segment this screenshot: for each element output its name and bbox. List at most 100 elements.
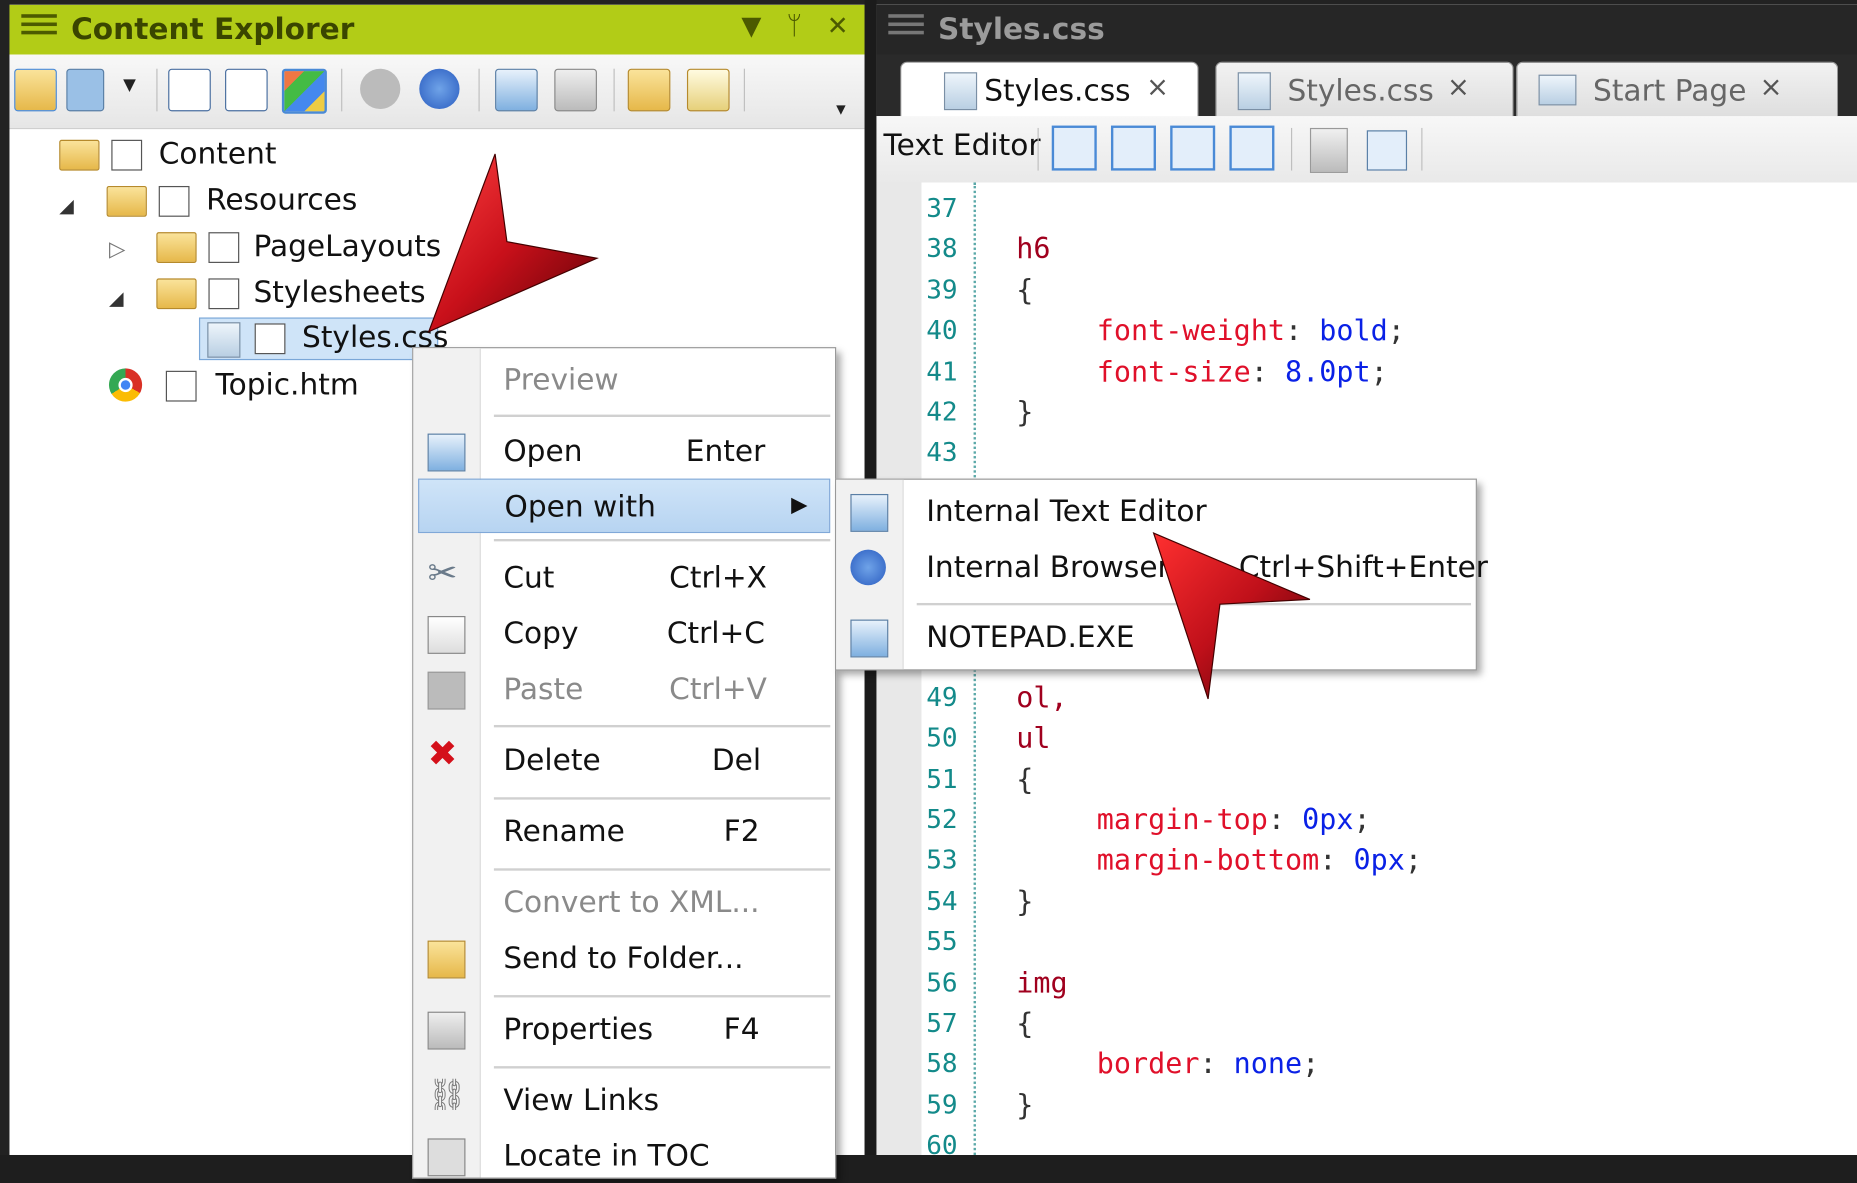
menu-item-locate-in-toc[interactable]: Locate in TOC [413,1129,835,1183]
panel-title-bar: Content Explorer ▼ ᛘ ✕ [9,4,865,55]
pointer-arrow-icon [427,153,599,333]
expanded-arrow-icon[interactable]: ◢ [109,287,124,310]
css-property: margin-top [1096,803,1268,837]
font-icon[interactable] [1366,130,1408,171]
dropdown-arrow-icon[interactable]: ▼ [123,76,136,95]
dropdown-icon[interactable]: ▼ [741,12,761,42]
line-number: 37 [926,194,958,224]
folder-icon [106,185,147,217]
open-icon [427,433,466,472]
grip-icon[interactable] [21,14,57,42]
collapse-all-icon[interactable] [225,68,268,112]
context-menu: Preview Open Enter Open with ▶ ✂ Cut Ctr… [412,347,837,1179]
checkbox[interactable] [208,232,240,263]
code-text: { [1016,762,1034,796]
page-icon[interactable] [1309,127,1348,173]
code-line: ul [1016,722,1050,755]
checkbox[interactable] [111,139,143,171]
properties-icon [427,1011,466,1050]
menu-item-cut[interactable]: ✂ Cut Ctrl+X [413,551,835,605]
new-folder-icon[interactable] [627,68,671,112]
links-icon: ⛓ [427,1077,467,1114]
line-number: 40 [926,316,958,347]
menu-item-open-with[interactable]: Open with ▶ [418,478,831,534]
checkbox[interactable] [254,323,286,355]
collapsed-arrow-icon[interactable]: ▷ [109,237,125,262]
checkbox[interactable] [158,185,190,217]
start-page-icon [1538,74,1577,106]
copy-icon [427,615,466,654]
css-value: 0px [1353,843,1405,878]
code-text: } [1016,395,1034,429]
chrome-icon [108,368,143,402]
code-text: { [1016,273,1034,307]
folder-icon [59,139,100,171]
bind-icon[interactable] [360,68,401,109]
properties-icon[interactable] [554,68,597,112]
explorer-toolbar: ▼ ▾ [9,54,865,130]
code-line: } [1016,885,1033,918]
line-number: 42 [926,398,958,428]
tab-styles-css-active[interactable]: Styles.css × [900,61,1199,118]
close-tab-icon[interactable]: × [1447,72,1470,103]
menu-item-copy[interactable]: Copy Ctrl+C [413,607,835,661]
pin-icon[interactable]: ᛘ [786,12,802,42]
panel-title: Content Explorer [71,11,355,47]
tiles-icon[interactable] [281,68,327,114]
expanded-arrow-icon[interactable]: ◢ [59,194,74,217]
folder-icon [156,278,197,310]
send-to-folder-icon [427,940,466,979]
line-number: 49 [926,683,958,713]
menu-item-view-links[interactable]: ⛓ View Links [413,1073,835,1127]
refresh-icon[interactable] [419,68,460,109]
tags-icon[interactable] [1110,125,1156,171]
grip-icon[interactable] [888,14,924,42]
code-text: } [1016,1088,1034,1122]
expand-all-icon[interactable] [168,68,211,112]
line-number: 51 [926,764,958,795]
delete-icon: ✖ [427,733,458,775]
line-number: 56 [926,968,958,999]
tab-styles-css[interactable]: Styles.css × [1215,61,1514,118]
menu-item-rename[interactable]: Rename F2 [413,804,835,858]
css-value: bold [1319,314,1388,348]
menu-item-delete[interactable]: ✖ Delete Del [413,733,835,787]
wrap-icon[interactable] [1229,125,1275,171]
checkbox[interactable] [208,278,240,310]
format-icon[interactable] [1170,125,1216,171]
line-number: 38 [926,235,958,265]
open-file-icon[interactable] [495,68,538,112]
submenu-arrow-icon: ▶ [791,492,808,518]
menu-item-convert-to-xml[interactable]: Convert to XML... [413,875,835,929]
close-tab-icon[interactable]: × [1760,72,1783,103]
scissors-icon: ✂ [427,553,458,595]
code-line: font-size: 8.0pt; [1096,354,1388,389]
overflow-icon[interactable]: ▾ [836,97,846,120]
new-file-icon[interactable] [686,68,730,112]
close-tab-icon[interactable]: × [1146,72,1169,103]
code-line: img [1016,966,1067,999]
css-value: none [1233,1047,1303,1081]
code-text: img [1016,966,1068,1000]
tab-start-page[interactable]: Start Page × [1516,61,1839,118]
code-line: { [1016,762,1033,795]
line-number: 53 [926,846,958,876]
menu-item-properties[interactable]: Properties F4 [413,1002,835,1056]
line-number: 52 [926,805,958,836]
open-folder-icon[interactable] [14,68,57,112]
line-number: 41 [926,357,958,387]
close-icon[interactable]: ✕ [827,12,849,42]
menu-item-send-to-folder[interactable]: Send to Folder... [413,931,835,985]
code-line: margin-bottom: 0px; [1096,843,1422,878]
code-text: { [1016,1006,1034,1041]
menu-item-open[interactable]: Open Enter [413,424,835,478]
css-file-icon [207,322,241,358]
line-numbers-icon[interactable] [1051,125,1097,171]
css-value: 0px [1302,803,1354,837]
text-editor-icon [850,493,889,532]
menu-item-paste[interactable]: Paste Ctrl+V [413,662,835,716]
css-property: font-weight [1096,314,1286,348]
table-view-icon[interactable] [66,68,105,112]
checkbox[interactable] [165,370,197,402]
editor-title: Styles.css [938,11,1105,47]
